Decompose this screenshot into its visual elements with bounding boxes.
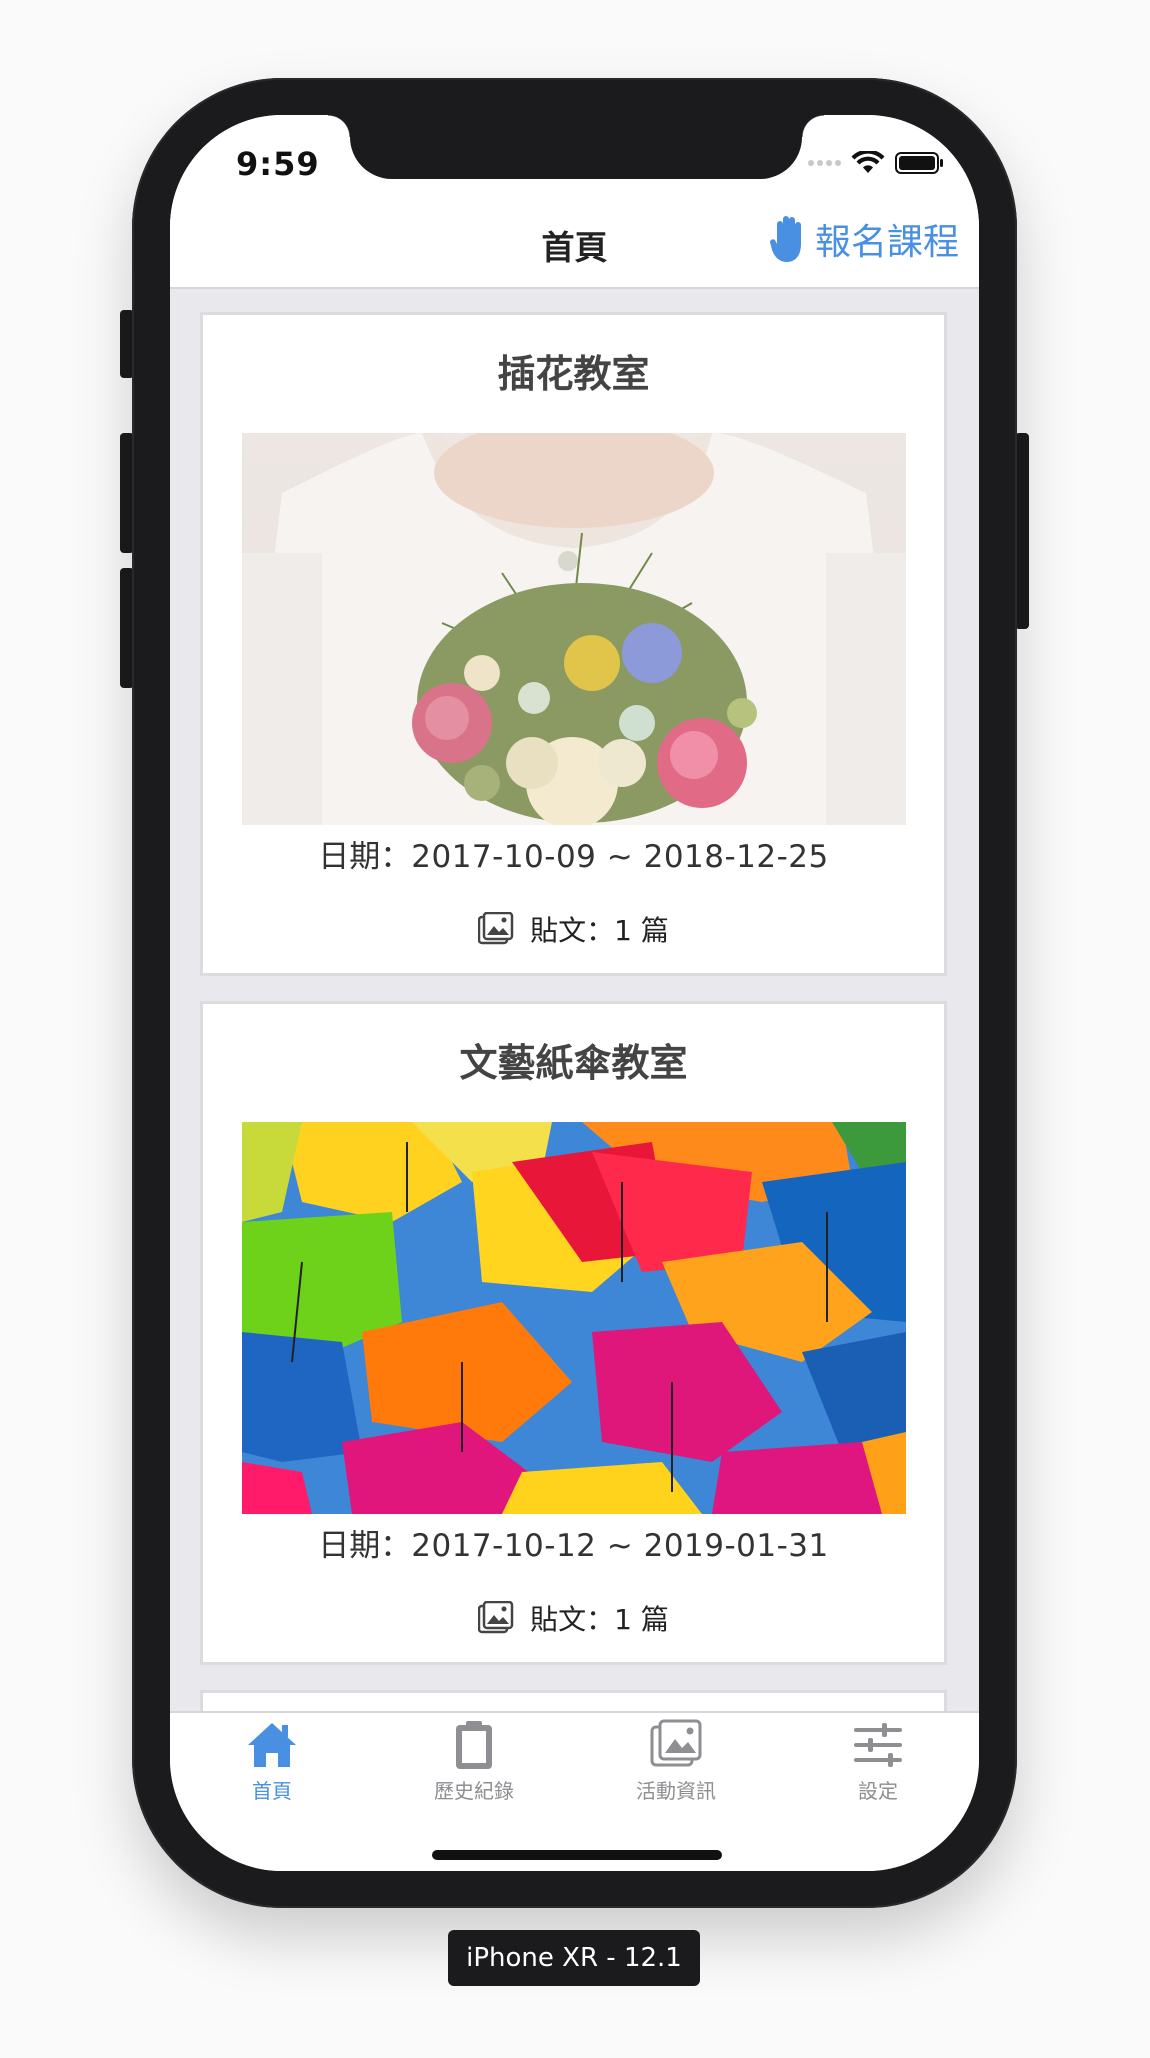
tab-label: 活動資訊 [636, 1779, 716, 1803]
register-course-button[interactable]: 報名課程 [769, 213, 959, 265]
tab-label: 設定 [858, 1779, 898, 1803]
course-date: 日期：2017-10-09 ~ 2018-12-25 [203, 831, 944, 875]
posts-value: 1 篇 [614, 1603, 669, 1636]
course-title: 文藝紙傘教室 [459, 1041, 688, 1085]
register-course-label: 報名課程 [814, 222, 959, 263]
tab-label: 首頁 [252, 1779, 292, 1803]
posts-label: 貼文： [530, 1603, 615, 1636]
photos-icon [650, 1719, 702, 1767]
tab-label: 歷史紀錄 [434, 1779, 514, 1803]
home-icon [248, 1723, 296, 1767]
tab-settings[interactable]: 設定 [778, 1719, 978, 1804]
date-label: 日期： [318, 839, 412, 875]
course-date: 日期：2017-10-12 ~ 2019-01-31 [203, 1520, 944, 1564]
status-time: 9:59 [236, 145, 320, 183]
sliders-icon [854, 1723, 902, 1767]
tab-activities[interactable]: 活動資訊 [576, 1719, 776, 1804]
home-indicator[interactable] [432, 1850, 722, 1860]
power-button [1015, 433, 1029, 629]
tab-history[interactable]: 歷史紀錄 [374, 1719, 574, 1804]
battery-icon [895, 152, 943, 174]
course-image-umbrellas [241, 1122, 906, 1514]
course-card[interactable] [200, 1690, 947, 1711]
cellular-signal-icon [808, 160, 841, 166]
hand-icon [769, 216, 801, 262]
posts-text: 貼文：1 篇 [530, 1598, 669, 1638]
course-title: 插花教室 [497, 352, 650, 396]
course-card[interactable]: 插花教室 日期：2017-10-09 ~ 2018-12-25 貼文：1 篇 [200, 312, 947, 976]
course-image-flowers [241, 433, 906, 825]
posts-count: 貼文：1 篇 [203, 909, 944, 949]
photos-icon [478, 1601, 514, 1634]
clipboard-icon [456, 1721, 492, 1769]
navigation-bar: 9:59 首頁 報名課程 [170, 115, 979, 289]
posts-count: 貼文：1 篇 [203, 1598, 944, 1638]
date-value: 2017-10-12 ~ 2019-01-31 [411, 1528, 829, 1564]
course-list[interactable]: 插花教室 日期：2017-10-09 ~ 2018-12-25 貼文：1 篇 文… [170, 289, 979, 1711]
tab-bar: 首頁 歷史紀錄 活動資訊 設定 [170, 1711, 979, 1871]
status-icons [808, 151, 945, 175]
posts-value: 1 篇 [614, 914, 669, 947]
phone-screen: 9:59 首頁 報名課程 插花教室 日期：2017-10-09 ~ 2018-1… [170, 115, 979, 1871]
posts-label: 貼文： [530, 914, 615, 947]
posts-text: 貼文：1 篇 [530, 909, 669, 949]
tab-home[interactable]: 首頁 [172, 1719, 372, 1804]
notch [328, 115, 824, 179]
device-label: iPhone XR - 12.1 [448, 1930, 700, 1986]
course-card[interactable]: 文藝紙傘教室 日期：2017-10-12 ~ 2019-01-31 貼文：1 篇 [200, 1001, 947, 1665]
wifi-icon [851, 151, 885, 173]
date-value: 2017-10-09 ~ 2018-12-25 [411, 839, 829, 875]
photos-icon [478, 912, 514, 945]
date-label: 日期： [318, 1528, 412, 1564]
